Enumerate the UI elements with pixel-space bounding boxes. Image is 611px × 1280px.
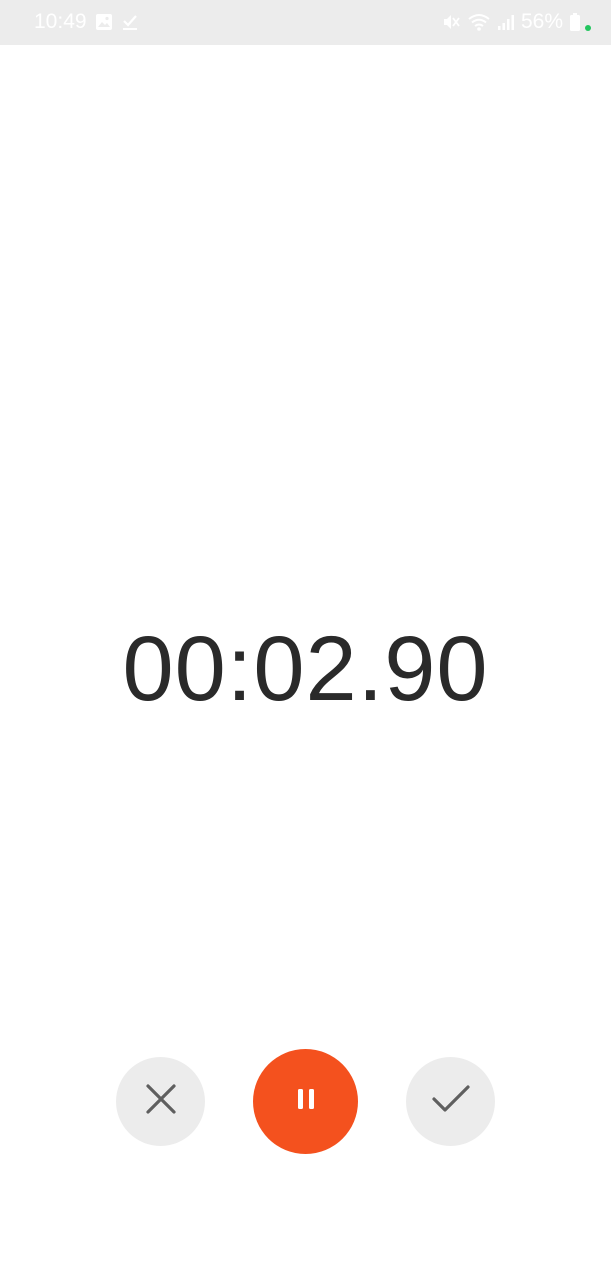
done-button[interactable] [406,1057,495,1146]
download-done-icon [121,13,139,31]
signal-icon [497,13,515,31]
check-icon [431,1083,471,1120]
status-bar: 10:49 56% [0,0,611,45]
cancel-button[interactable] [116,1057,205,1146]
battery-percent: 56% [520,10,563,33]
status-left: 10:49 [34,9,139,35]
elapsed-time-display: 00:02.90 [122,618,489,720]
pause-icon [294,1087,318,1116]
image-icon [95,13,113,31]
close-icon [144,1082,178,1121]
status-right: 56% [441,9,591,35]
charging-dot [585,25,591,31]
wifi-icon [467,12,491,32]
mute-icon [441,12,461,32]
battery-icon [569,12,581,32]
status-time: 10:49 [34,10,87,33]
pause-button[interactable] [253,1049,358,1154]
recorder-screen: 10:49 56% 00:02.90 [0,0,611,1280]
